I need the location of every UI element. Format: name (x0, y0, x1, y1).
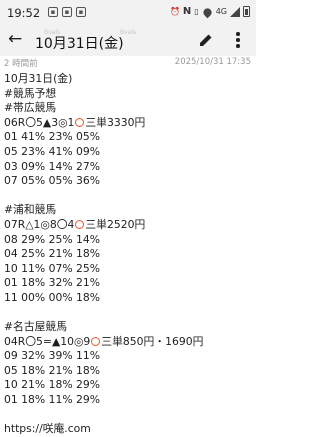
odds-row: 07 05% 05% 36% (4, 174, 101, 188)
odds-row: 03 09% 14% 27% (4, 159, 101, 173)
odds-row: 04 25% 21% 18% (4, 247, 101, 261)
odds-row: 05 18% 21% 18% (4, 363, 101, 377)
red-circle-icon (91, 336, 101, 346)
red-circle-icon (75, 219, 85, 229)
ticket: 三単3330円 (85, 115, 146, 129)
app-notification-icon-2: ▪ (76, 7, 86, 17)
nfc-icon: N (182, 6, 192, 17)
footer-url[interactable]: https://咲庵.com (4, 422, 254, 437)
odds-row: 10 21% 18% 29% (4, 378, 101, 392)
back-arrow-icon[interactable]: ← (8, 29, 22, 49)
edit-pencil-icon[interactable] (198, 32, 214, 48)
odds-row: 10 11% 07% 25% (4, 261, 101, 275)
app-bar: Bvals Bvals ← 10月31日(金) (0, 26, 256, 56)
photo-notification-icon: ▪ (48, 7, 58, 17)
status-bar: 19:52 ▪ ▪ ▪ ⏰ N ▯ 4G (0, 0, 256, 26)
odds-row: 08 29% 25% 14% (4, 232, 101, 246)
odds-row: 01 18% 11% 29% (4, 393, 101, 407)
note-title: 10月31日(金) (35, 36, 124, 52)
odds-row: 01 18% 32% 21% (4, 276, 101, 290)
odds-row: 11 00% 00% 18% (4, 290, 101, 304)
bet-line: 06R〇5▲3◎1 三単3330円 (4, 116, 254, 131)
relative-time: 2 時間前 (4, 59, 38, 69)
note-date: 10月31日(金) (4, 72, 73, 85)
system-icons: ⏰ N ▯ 4G (170, 6, 250, 17)
red-circle-icon (75, 117, 85, 127)
section-title: #名古屋競馬 (4, 320, 68, 334)
more-vert-icon[interactable] (234, 31, 242, 49)
bet-line: 07R△1◎8〇4 三単2520円 (4, 218, 254, 233)
notification-icons: ▪ ▪ ▪ (48, 7, 86, 17)
alarm-icon: ⏰ (169, 7, 180, 16)
odds-row: 05 23% 41% 09% (4, 144, 101, 158)
ticket: 三単850円・1690円 (101, 334, 204, 348)
vibrate-icon: ▯ (194, 7, 199, 16)
note-body[interactable]: 10月31日(金) #競馬予想 #帯広競馬 06R〇5▲3◎1 三単3330円 0… (4, 72, 254, 437)
status-time: 19:52 (7, 6, 41, 20)
section-title: #帯広競馬 (4, 101, 57, 115)
section-title: #浦和競馬 (4, 203, 57, 217)
picks: △1◎8〇4 (25, 217, 75, 231)
battery-icon (243, 6, 250, 17)
app-notification-icon: ▪ (62, 7, 72, 17)
network-type: 4G (215, 7, 227, 16)
bet-line: 04R〇5=▲10◎9 三単850円・1690円 (4, 335, 254, 350)
race-number: 06R (4, 115, 26, 129)
ticket: 三単2520円 (85, 217, 146, 231)
race-number: 04R (4, 334, 26, 348)
race-number: 07R (4, 217, 26, 231)
note-heading: #競馬予想 (4, 86, 57, 100)
note-meta: 2 時間前 2025/10/31 17:35 (0, 56, 256, 70)
odds-row: 01 41% 23% 05% (4, 130, 101, 144)
picks: 〇5=▲10◎9 (25, 334, 91, 348)
odds-row: 09 32% 39% 11% (4, 349, 101, 363)
signal-icon (230, 6, 240, 17)
picks: 〇5▲3◎1 (25, 115, 75, 129)
wifi-icon (202, 7, 213, 16)
timestamp: 2025/10/31 17:35 (174, 57, 251, 67)
